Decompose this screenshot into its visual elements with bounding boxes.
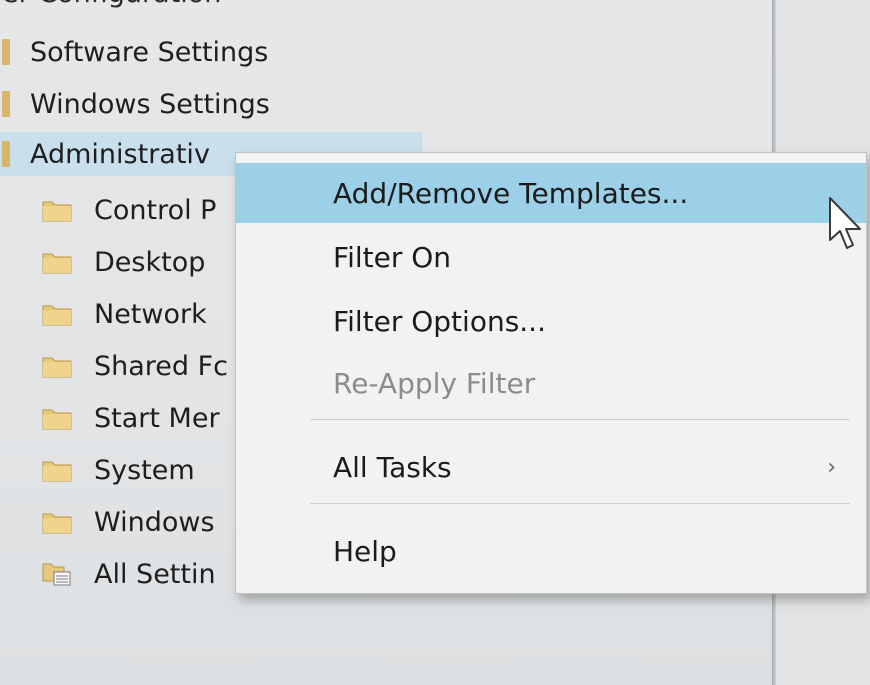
- menu-item-label: All Tasks: [333, 450, 452, 484]
- mouse-pointer-icon: [829, 197, 861, 249]
- tree-item-label: Windows Settings: [30, 88, 270, 120]
- menu-item-label: Re-Apply Filter: [333, 366, 536, 400]
- tree-item-start-menu[interactable]: Start Mer: [42, 396, 220, 440]
- tree-item-system[interactable]: System: [42, 448, 195, 492]
- tree-item-windows-components[interactable]: Windows: [42, 500, 215, 544]
- tree-item-label: All Settin: [94, 558, 216, 590]
- folder-icon: [42, 357, 72, 378]
- tree-item-all-settings[interactable]: All Settin: [42, 552, 216, 596]
- context-menu: Add/Remove Templates... Filter On Filter…: [235, 152, 867, 594]
- tree-item-label: Network: [94, 298, 207, 330]
- menu-item-label: Help: [333, 534, 397, 568]
- menu-item-add-remove-templates[interactable]: Add/Remove Templates...: [236, 163, 866, 223]
- menu-item-label: Filter On: [333, 240, 452, 274]
- tree-item-label: Software Settings: [30, 36, 269, 68]
- folder-icon: [42, 461, 72, 482]
- settings-list-icon: [42, 563, 71, 586]
- folder-icon: [42, 513, 72, 534]
- tree-item-network[interactable]: Network: [42, 292, 207, 336]
- menu-separator: [310, 503, 850, 504]
- menu-item-filter-options[interactable]: Filter Options...: [236, 291, 866, 351]
- tree-item-software-settings[interactable]: Software Settings: [0, 30, 268, 74]
- tree-item-desktop[interactable]: Desktop: [42, 240, 205, 284]
- folder-icon: [42, 409, 72, 430]
- menu-item-filter-on[interactable]: Filter On: [236, 227, 866, 287]
- folder-icon: [42, 201, 72, 222]
- tree-item-shared-folders[interactable]: Shared Fc: [42, 344, 228, 388]
- menu-item-reapply-filter: Re-Apply Filter: [236, 353, 866, 413]
- folder-icon: [2, 91, 10, 117]
- menu-item-help[interactable]: Help: [236, 521, 866, 581]
- folder-icon: [2, 39, 10, 65]
- menu-separator: [310, 419, 850, 420]
- tree-item-label: Administrativ: [30, 138, 210, 170]
- tree-item-label: Start Mer: [94, 402, 220, 434]
- tree-item-label: Shared Fc: [94, 350, 229, 382]
- chevron-right-icon: ›: [827, 454, 836, 480]
- tree-item-label: Windows: [94, 506, 215, 538]
- folder-icon: [42, 253, 72, 274]
- folder-icon: [42, 305, 72, 326]
- folder-icon: [2, 141, 10, 167]
- menu-item-all-tasks[interactable]: All Tasks ›: [236, 437, 866, 497]
- tree-item-label: Desktop: [94, 246, 206, 278]
- tree-item-windows-settings[interactable]: Windows Settings: [0, 82, 270, 126]
- tree-item-label: Control P: [94, 194, 217, 226]
- tree-header-partial: er Configuration: [2, 0, 221, 9]
- menu-item-label: Filter Options...: [333, 304, 546, 338]
- tree-item-control-panel[interactable]: Control P: [42, 188, 216, 232]
- menu-item-label: Add/Remove Templates...: [333, 176, 689, 210]
- tree-item-label: System: [94, 454, 195, 486]
